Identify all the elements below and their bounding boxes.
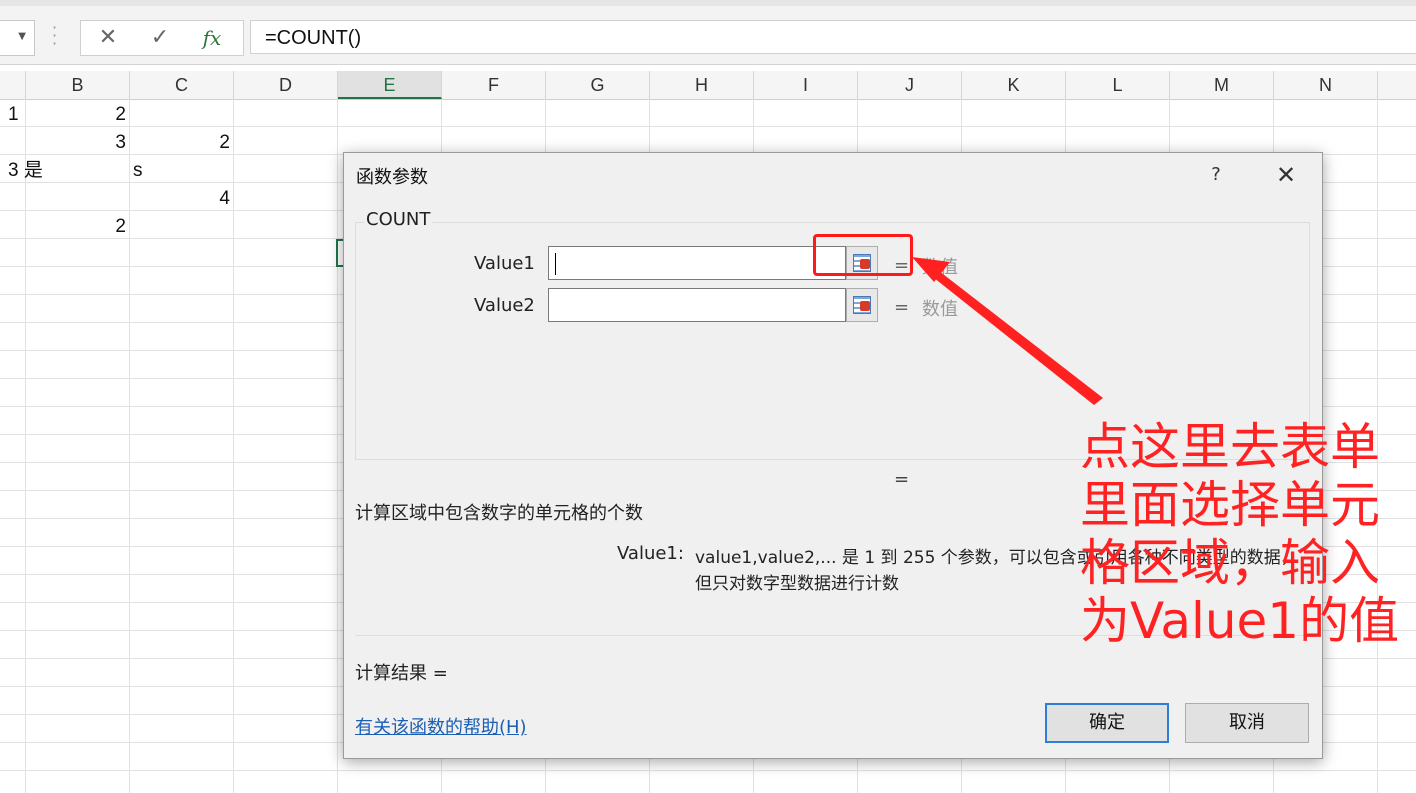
annotation-line: 格区域，输入 bbox=[1080, 534, 1380, 592]
annotation-line: 点这里去表单 bbox=[1080, 418, 1380, 476]
annotation-line: 为Value1的值 bbox=[1080, 592, 1400, 650]
arrow-shaft bbox=[924, 264, 1103, 405]
annotation-line: 里面选择单元 bbox=[1080, 476, 1380, 534]
annotation-arrow bbox=[912, 257, 1103, 405]
annotation-text: 点这里去表单 里面选择单元 格区域，输入 为Value1的值 bbox=[1080, 418, 1400, 650]
